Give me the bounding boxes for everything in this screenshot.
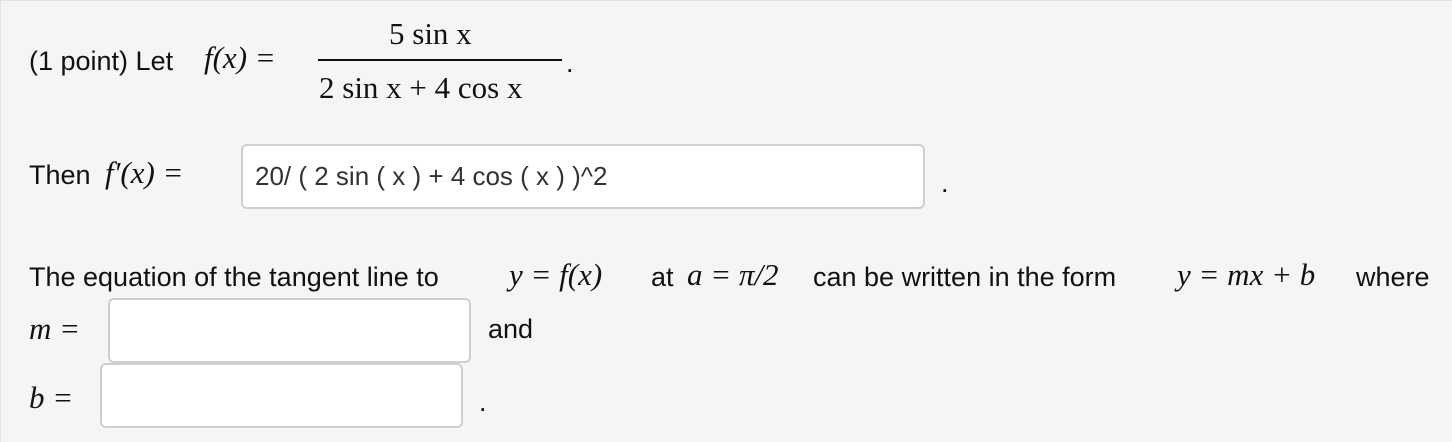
- tangent-math-y-equals-f: y = f(x): [509, 257, 603, 292]
- tangent-text-form: can be written in the form: [813, 262, 1117, 292]
- slope-answer-field[interactable]: [108, 298, 471, 363]
- fraction-bar: [318, 59, 562, 61]
- derivative-prefix: Then: [29, 160, 91, 190]
- problem-end-period: .: [566, 48, 574, 78]
- problem-prefix: (1 point) Let: [29, 46, 174, 76]
- intercept-answer-field[interactable]: [100, 363, 463, 428]
- slope-label: m =: [29, 311, 81, 346]
- tangent-math-line-form: y = mx + b: [1177, 257, 1316, 292]
- derivative-answer-field[interactable]: 20/ ( 2 sin ( x ) + 4 cos ( x ) )^2: [241, 144, 925, 209]
- fraction-numerator: 5 sin x: [389, 16, 472, 51]
- tangent-text-where: where: [1356, 262, 1430, 292]
- and-text: and: [488, 314, 534, 344]
- derivative-answer-value: 20/ ( 2 sin ( x ) + 4 cos ( x ) )^2: [255, 161, 608, 191]
- tangent-text-1: The equation of the tangent line to: [29, 262, 439, 292]
- intercept-label: b =: [29, 380, 74, 415]
- derivative-end-period: .: [941, 168, 949, 198]
- tangent-text-at: at: [651, 262, 674, 292]
- function-definition-lhs: f(x) =: [204, 40, 276, 75]
- intercept-end-period: .: [479, 387, 487, 417]
- problem-panel: (1 point) Let f(x) = 5 sin x 2 sin x + 4…: [0, 0, 1452, 442]
- fraction-denominator: 2 sin x + 4 cos x: [319, 70, 523, 105]
- derivative-lhs: f′(x) =: [105, 155, 184, 190]
- tangent-math-a-value: a = π/2: [687, 257, 779, 292]
